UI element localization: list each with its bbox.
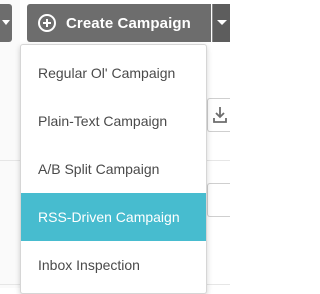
plus-circle-icon (38, 14, 56, 32)
menu-item-rss-driven-campaign[interactable]: RSS-Driven Campaign (21, 193, 206, 241)
download-button[interactable] (207, 98, 230, 132)
row-action-dropdown[interactable] (207, 183, 230, 217)
create-campaign-button[interactable]: Create Campaign (27, 4, 211, 42)
campaign-type-menu: Regular Ol' Campaign Plain-Text Campaign… (20, 44, 207, 294)
menu-item-ab-split-campaign[interactable]: A/B Split Campaign (21, 145, 206, 193)
menu-item-inbox-inspection[interactable]: Inbox Inspection (21, 241, 206, 289)
download-icon (213, 107, 227, 123)
create-campaign-label: Create Campaign (66, 14, 191, 32)
background-panel (0, 0, 20, 288)
left-dropdown-button[interactable] (0, 4, 12, 42)
menu-item-regular-campaign[interactable]: Regular Ol' Campaign (21, 49, 206, 97)
menu-item-plain-text-campaign[interactable]: Plain-Text Campaign (21, 97, 206, 145)
create-campaign-caret-button[interactable] (212, 4, 230, 42)
